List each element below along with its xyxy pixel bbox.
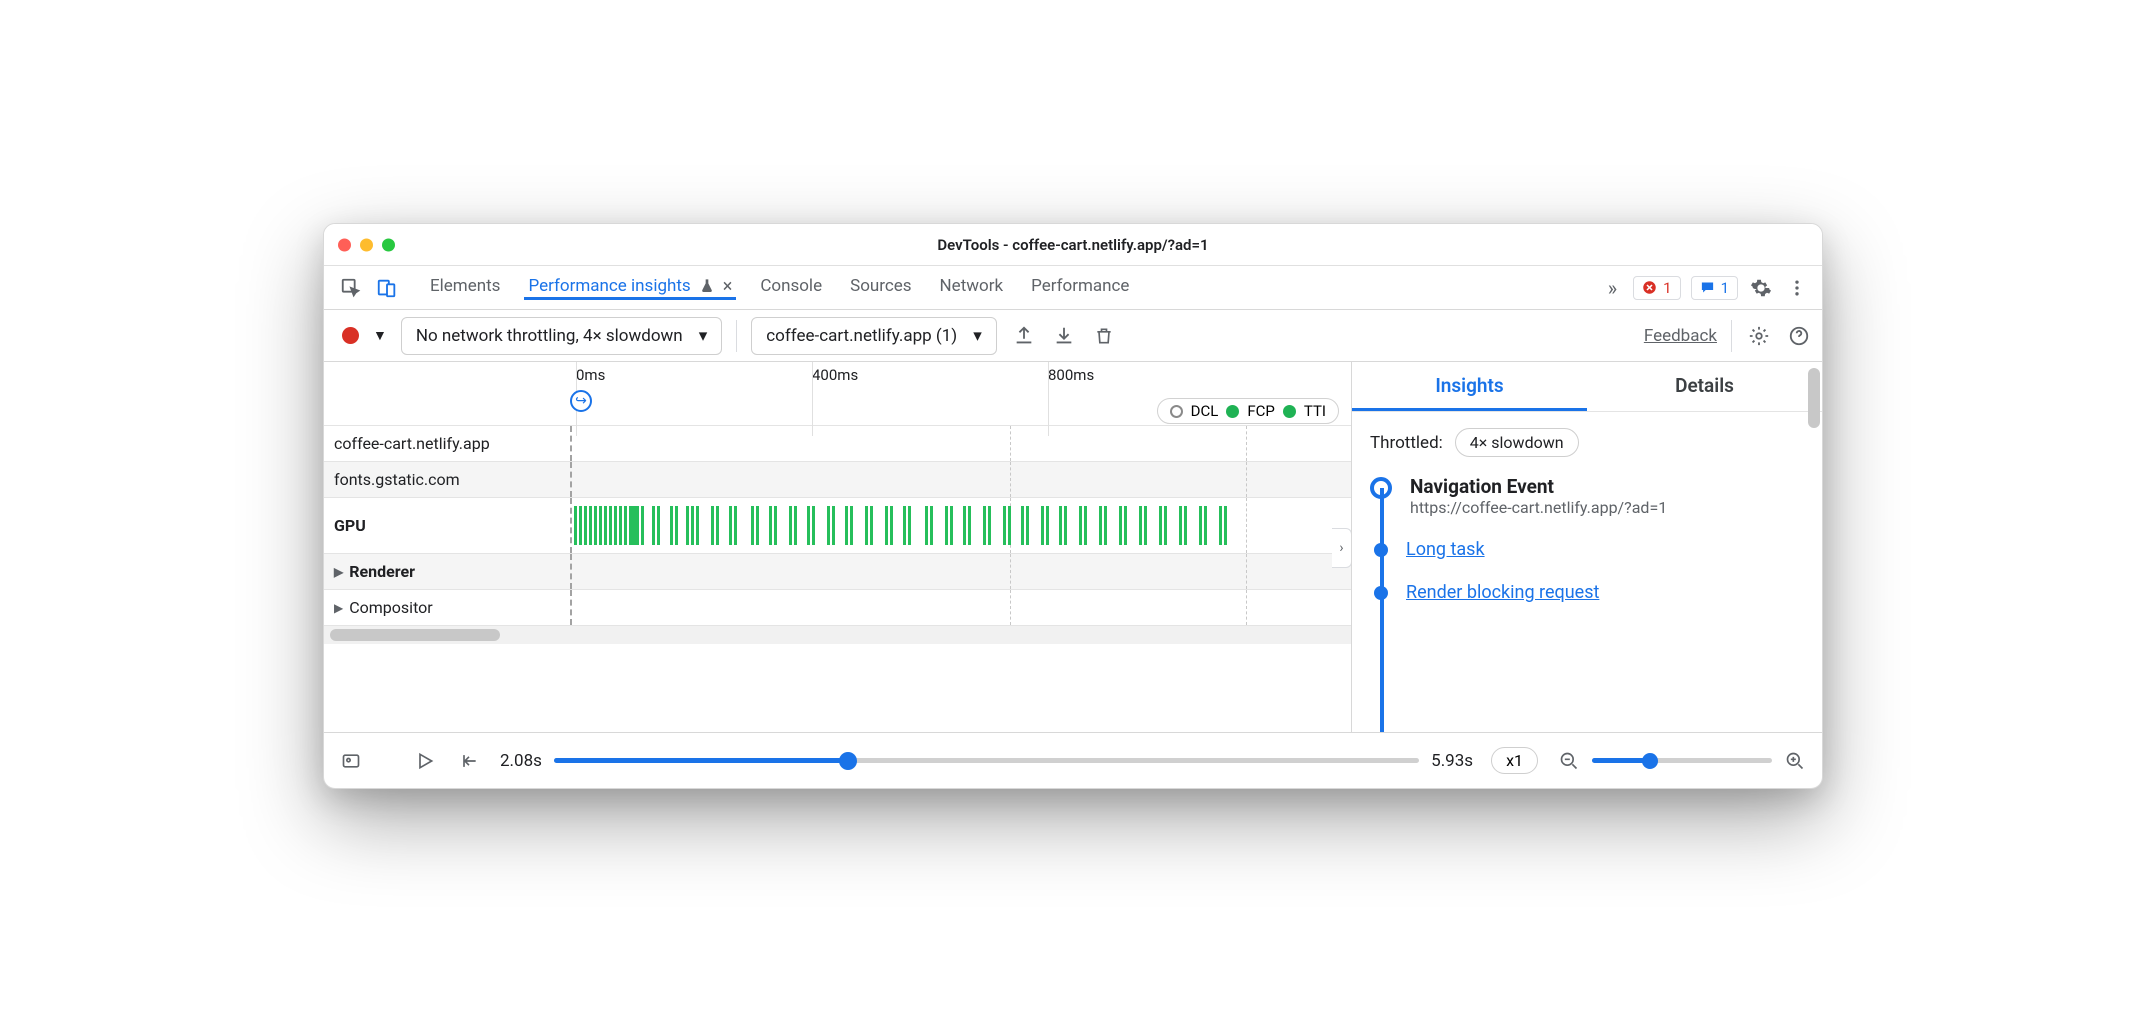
track-renderer[interactable]: ▶Renderer (324, 554, 1351, 590)
chevron-down-icon: ▾ (699, 326, 708, 346)
insights-panel: Insights Details Throttled: 4× slowdown … (1352, 362, 1822, 732)
horizontal-scrollbar[interactable] (324, 626, 1351, 644)
throttled-row: Throttled: 4× slowdown (1370, 428, 1804, 457)
tick-label: 800ms (1048, 366, 1094, 384)
export-icon[interactable] (1011, 323, 1037, 349)
track-compositor[interactable]: ▶Compositor (324, 590, 1351, 626)
feedback-link[interactable]: Feedback (1644, 326, 1717, 346)
tab-console[interactable]: Console (756, 276, 826, 300)
play-button[interactable] (412, 748, 438, 774)
playback-bar: 2.08s 5.93s x1 (324, 732, 1822, 788)
tabstrip: Elements Performance insights × Console … (324, 266, 1822, 310)
event-render-blocking[interactable]: Render blocking request (1370, 582, 1804, 603)
help-icon[interactable] (1786, 323, 1812, 349)
flask-icon (699, 278, 715, 294)
message-counter[interactable]: 1 (1691, 276, 1738, 300)
chevron-down-icon: ▾ (973, 326, 982, 346)
maximize-window-icon[interactable] (382, 238, 395, 251)
settings-icon[interactable] (1748, 275, 1774, 301)
event-long-task[interactable]: Long task (1370, 539, 1804, 560)
insights-toolbar: ▼ No network throttling, 4× slowdown ▾ c… (324, 310, 1822, 362)
close-window-icon[interactable] (338, 238, 351, 251)
fcp-marker-icon (1226, 405, 1239, 418)
dcl-marker-icon (1170, 405, 1183, 418)
time-start: 2.08s (500, 751, 542, 771)
zoom-slider[interactable] (1592, 758, 1772, 763)
disclosure-triangle-icon[interactable]: ▶ (334, 565, 343, 579)
record-options-dropdown[interactable]: ▼ (373, 327, 387, 344)
track-network-host1[interactable]: coffee-cart.netlify.app (324, 426, 1351, 462)
inspect-element-icon[interactable] (338, 275, 364, 301)
more-tabs-icon[interactable]: » (1602, 276, 1623, 300)
tab-insights[interactable]: Insights (1352, 362, 1587, 411)
record-button[interactable] (342, 327, 359, 344)
scrollbar-thumb[interactable] (330, 629, 500, 641)
tab-network[interactable]: Network (936, 276, 1008, 300)
minimize-window-icon[interactable] (360, 238, 373, 251)
events-timeline-line (1380, 488, 1384, 732)
time-end: 5.93s (1431, 751, 1473, 771)
event-navigation[interactable]: Navigation Event https://coffee-cart.net… (1370, 475, 1804, 517)
import-icon[interactable] (1051, 323, 1077, 349)
screenshot-preview-icon[interactable] (338, 748, 364, 774)
main-panel: 0ms 400ms 800ms ↪ DCL FCP TTI coffee-car… (324, 362, 1822, 732)
tab-performance[interactable]: Performance (1027, 276, 1133, 300)
track-gpu[interactable]: GPU (324, 498, 1351, 554)
zoom-control (1556, 748, 1808, 774)
zoom-out-icon[interactable] (1556, 748, 1582, 774)
tab-sources[interactable]: Sources (846, 276, 915, 300)
throttle-pill[interactable]: 4× slowdown (1455, 428, 1579, 457)
delete-icon[interactable] (1091, 323, 1117, 349)
playback-speed[interactable]: x1 (1491, 747, 1538, 774)
nav-start-marker[interactable]: ↪ (570, 390, 592, 412)
window-title: DevTools - coffee-cart.netlify.app/?ad=1 (937, 236, 1208, 254)
gpu-activity-bars (574, 506, 1347, 545)
track-network-host2[interactable]: fonts.gstatic.com (324, 462, 1351, 498)
recording-select[interactable]: coffee-cart.netlify.app (1) ▾ (751, 317, 996, 355)
metric-markers[interactable]: DCL FCP TTI (1157, 398, 1339, 424)
device-toolbar-icon[interactable] (374, 275, 400, 301)
tab-elements[interactable]: Elements (426, 276, 504, 300)
titlebar: DevTools - coffee-cart.netlify.app/?ad=1 (324, 224, 1822, 266)
tab-details[interactable]: Details (1587, 362, 1822, 411)
devtools-window: DevTools - coffee-cart.netlify.app/?ad=1… (323, 223, 1823, 789)
tab-close-icon[interactable]: × (723, 276, 733, 297)
tick-label: 0ms (576, 366, 605, 384)
kebab-menu-icon[interactable] (1784, 275, 1810, 301)
tti-marker-icon (1283, 405, 1296, 418)
slider-knob[interactable] (1642, 753, 1658, 769)
timeline-panel: 0ms 400ms 800ms ↪ DCL FCP TTI coffee-car… (324, 362, 1352, 732)
disclosure-triangle-icon[interactable]: ▶ (334, 601, 343, 615)
collapse-right-panel-button[interactable]: › (1332, 528, 1352, 568)
slider-knob[interactable] (839, 752, 857, 770)
separator (736, 320, 737, 352)
separator (1731, 320, 1732, 352)
tick-label: 400ms (812, 366, 858, 384)
panel-settings-icon[interactable] (1746, 323, 1772, 349)
zoom-in-icon[interactable] (1782, 748, 1808, 774)
window-controls (338, 238, 395, 251)
playback-slider[interactable]: 2.08s 5.93s (500, 751, 1473, 771)
tab-performance-insights[interactable]: Performance insights × (524, 276, 736, 300)
seek-start-button[interactable] (456, 748, 482, 774)
error-counter[interactable]: 1 (1633, 276, 1680, 300)
timeline-ruler[interactable]: 0ms 400ms 800ms ↪ DCL FCP TTI (324, 362, 1351, 426)
throttling-select[interactable]: No network throttling, 4× slowdown ▾ (401, 317, 722, 355)
